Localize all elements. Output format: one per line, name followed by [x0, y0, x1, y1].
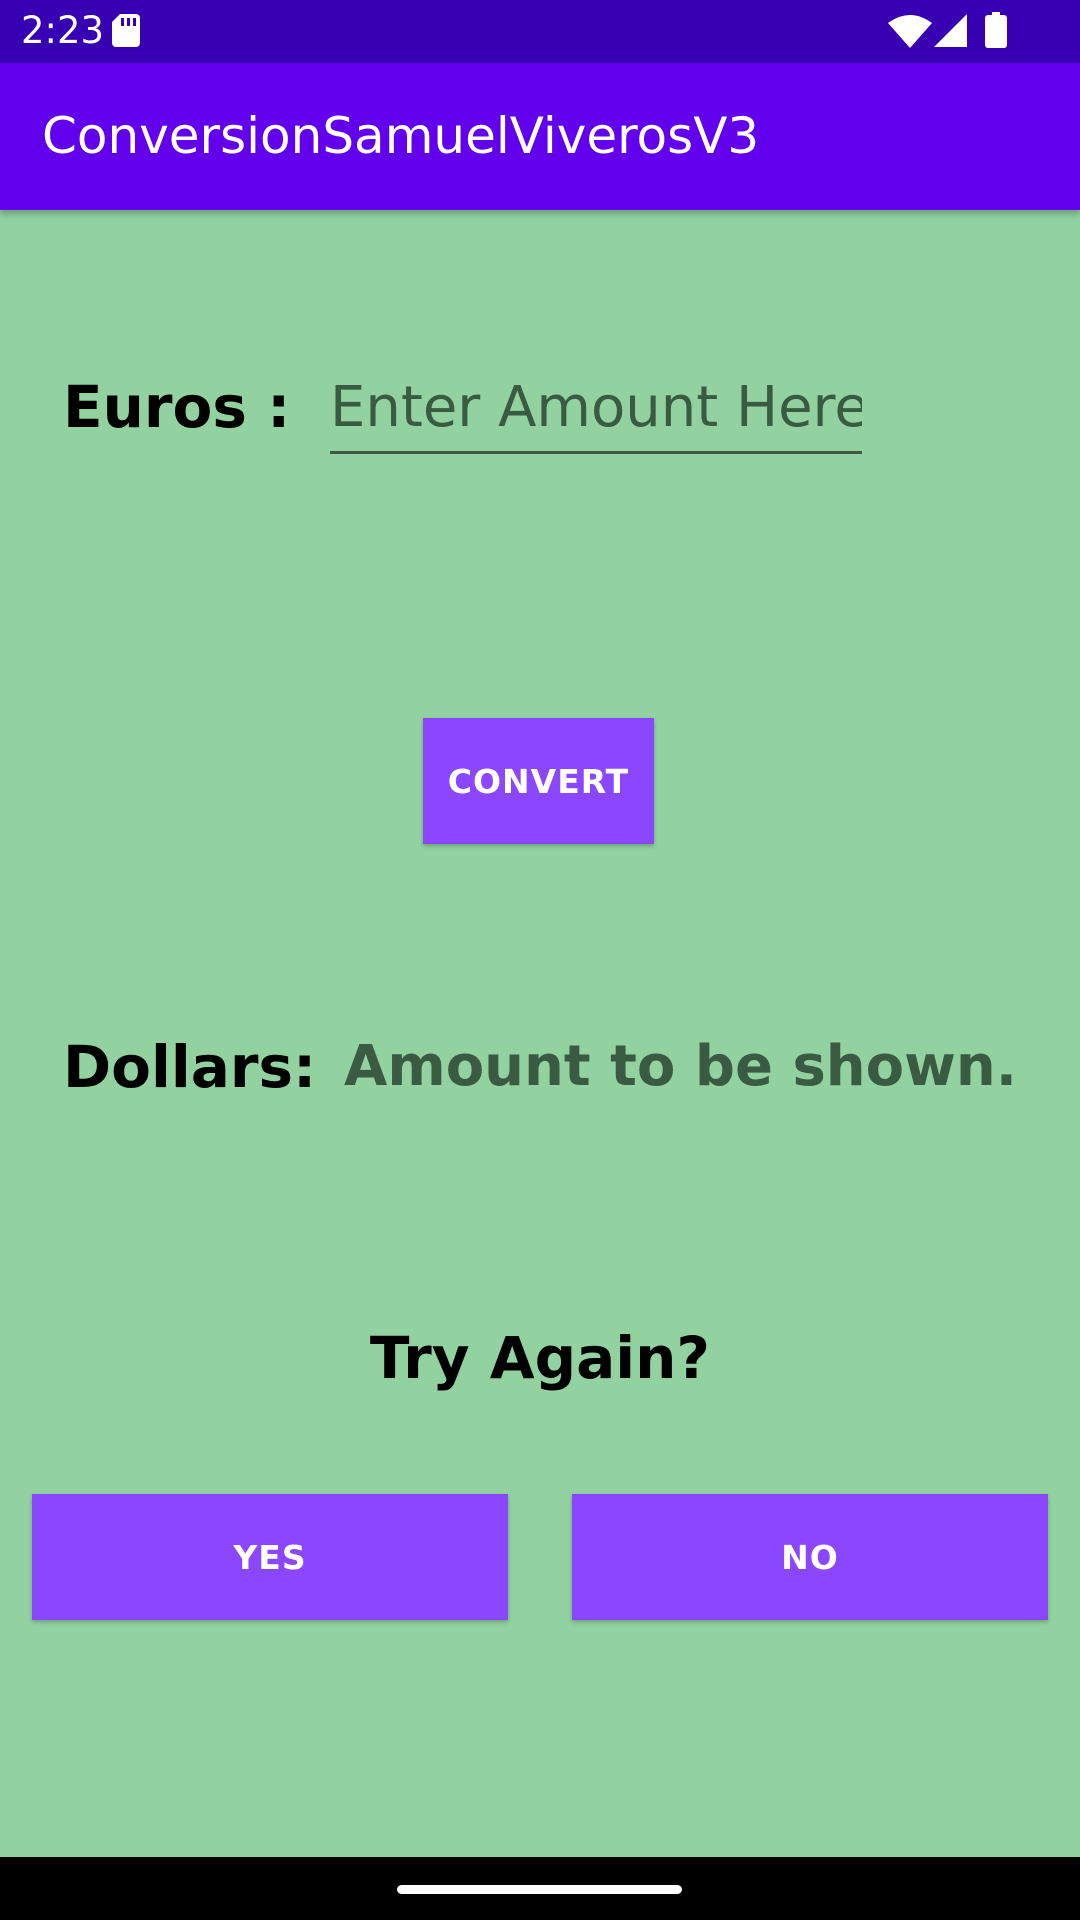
status-bar: 2:23 — [0, 0, 1080, 63]
dollars-label: Dollars: — [63, 1033, 317, 1101]
app-screen: 2:23 ConversionSamuelViverosV3 Euros : C… — [0, 0, 1080, 1920]
sd-card-icon — [112, 14, 140, 47]
home-handle[interactable] — [397, 1885, 682, 1894]
wifi-icon — [888, 15, 932, 48]
signal-icon — [934, 14, 967, 47]
app-title: ConversionSamuelViverosV3 — [42, 107, 760, 165]
dollars-result: Amount to be shown. — [344, 1034, 1018, 1099]
convert-button[interactable]: CONVERT — [423, 718, 654, 844]
try-again-prompt: Try Again? — [369, 1324, 711, 1392]
no-button[interactable]: NO — [572, 1494, 1048, 1620]
battery-icon — [985, 12, 1007, 48]
status-time: 2:23 — [21, 9, 105, 52]
yes-button[interactable]: YES — [32, 1494, 508, 1620]
app-bar: ConversionSamuelViverosV3 — [0, 63, 1080, 210]
euro-amount-input[interactable] — [330, 364, 862, 454]
euros-label: Euros : — [63, 373, 291, 441]
